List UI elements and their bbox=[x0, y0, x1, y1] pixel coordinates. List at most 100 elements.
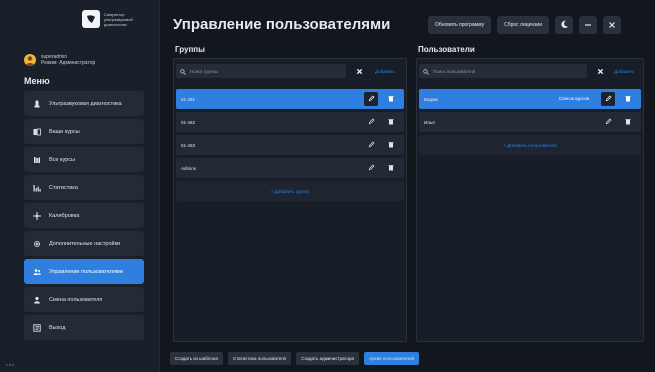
users-search-input[interactable] bbox=[433, 68, 587, 74]
course-list-link[interactable]: Список курсов bbox=[559, 96, 589, 101]
groups-search-input[interactable] bbox=[190, 68, 346, 74]
user-row[interactable]: Вадим Список курсов bbox=[419, 89, 641, 109]
groups-search bbox=[176, 64, 346, 78]
users-icon bbox=[33, 268, 41, 276]
menu-title: Меню bbox=[24, 76, 50, 86]
add-group-row[interactable]: + Добавить группу bbox=[176, 181, 404, 201]
library-icon bbox=[33, 156, 41, 164]
pencil-icon bbox=[605, 118, 612, 126]
app-version: v.0.0 bbox=[6, 362, 15, 367]
users-clear-button[interactable] bbox=[593, 64, 607, 78]
user-row[interactable]: Илья bbox=[419, 112, 641, 132]
edit-group-button[interactable] bbox=[364, 92, 378, 106]
sidebar-item-label: Смена пользователя bbox=[49, 296, 103, 303]
logo-text: Симулятор ультразвуковой диагностики bbox=[104, 11, 133, 27]
sidebar-item-label: Ультразвуковая диагностика bbox=[49, 100, 122, 107]
groups-list: 01-461 01-462 01-463 Admins + Добавить г… bbox=[176, 89, 404, 201]
user-row-name: Илья bbox=[424, 119, 435, 125]
pencil-icon bbox=[368, 95, 375, 103]
sidebar-menu: Ультразвуковая диагностика Ваши курсы Вс… bbox=[24, 91, 144, 343]
chart-icon bbox=[33, 184, 41, 192]
logo-icon bbox=[82, 10, 100, 28]
delete-group-button[interactable] bbox=[384, 115, 398, 129]
edit-user-button[interactable] bbox=[601, 115, 615, 129]
header-actions: Обновить программу Сброс лицензии bbox=[428, 16, 621, 34]
users-add-button[interactable]: Добавить bbox=[614, 69, 634, 74]
edit-user-button[interactable] bbox=[601, 92, 615, 106]
reset-license-button[interactable]: Сброс лицензии bbox=[497, 16, 549, 34]
delete-user-button[interactable] bbox=[621, 92, 635, 106]
add-user-row[interactable]: + Добавить пользователя bbox=[419, 135, 641, 155]
trash-icon bbox=[388, 141, 394, 149]
book-icon bbox=[33, 128, 41, 136]
sidebar-item-my-courses[interactable]: Ваши курсы bbox=[24, 119, 144, 144]
bottom-actions: Создать из шаблона Статистика пользовате… bbox=[170, 352, 419, 365]
edit-group-button[interactable] bbox=[364, 161, 378, 175]
close-icon bbox=[597, 62, 604, 80]
delete-group-button[interactable] bbox=[384, 161, 398, 175]
group-name: Admins bbox=[181, 165, 197, 171]
calibration-icon bbox=[33, 211, 41, 220]
update-program-button[interactable]: Обновить программу bbox=[428, 16, 492, 34]
user-role: Режим: Администратор bbox=[41, 60, 96, 66]
delete-group-button[interactable] bbox=[384, 138, 398, 152]
sidebar-item-label: Выход bbox=[49, 324, 66, 331]
sidebar-item-label: Ваши курсы bbox=[49, 128, 80, 135]
sidebar-item-settings[interactable]: Дополнительные настройки bbox=[24, 231, 144, 256]
close-icon bbox=[356, 62, 363, 80]
current-user: superadmin Режим: Администратор bbox=[24, 54, 95, 66]
page-title: Управление пользователями bbox=[173, 16, 391, 33]
trash-icon bbox=[388, 118, 394, 126]
sidebar-item-label: Управление пользователями bbox=[49, 268, 123, 275]
edit-group-button[interactable] bbox=[364, 138, 378, 152]
group-name: 01-462 bbox=[181, 119, 196, 125]
group-row[interactable]: 01-462 bbox=[176, 112, 404, 132]
sidebar: Симулятор ультразвуковой диагностики sup… bbox=[0, 0, 160, 372]
pencil-icon bbox=[368, 118, 375, 126]
group-row[interactable]: 01-463 bbox=[176, 135, 404, 155]
ultrasound-icon bbox=[33, 100, 41, 108]
groups-add-button[interactable]: Добавить bbox=[375, 69, 395, 74]
users-title: Пользователи bbox=[418, 45, 475, 54]
pencil-icon bbox=[605, 95, 612, 103]
sidebar-item-exit[interactable]: Выход bbox=[24, 315, 144, 340]
exit-icon bbox=[33, 323, 41, 332]
sidebar-item-user-management[interactable]: Управление пользователями bbox=[24, 259, 144, 284]
search-icon bbox=[423, 62, 429, 80]
trash-icon bbox=[625, 95, 631, 103]
groups-title: Группы bbox=[175, 45, 205, 54]
edit-group-button[interactable] bbox=[364, 115, 378, 129]
delete-user-button[interactable] bbox=[621, 115, 635, 129]
sidebar-item-statistics[interactable]: Статистика bbox=[24, 175, 144, 200]
groups-clear-button[interactable] bbox=[352, 64, 366, 78]
sidebar-item-label: Дополнительные настройки bbox=[49, 240, 121, 247]
sidebar-item-all-courses[interactable]: Все курсы bbox=[24, 147, 144, 172]
close-icon bbox=[608, 16, 616, 34]
users-search bbox=[419, 64, 587, 78]
sidebar-item-ultrasound[interactable]: Ультразвуковая диагностика bbox=[24, 91, 144, 116]
sidebar-item-calibration[interactable]: Калибровка bbox=[24, 203, 144, 228]
user-icon bbox=[33, 296, 41, 304]
group-row[interactable]: 01-461 bbox=[176, 89, 404, 109]
search-icon bbox=[180, 62, 186, 80]
trash-icon bbox=[388, 95, 394, 103]
create-from-template-button[interactable]: Создать из шаблона bbox=[170, 352, 223, 365]
sidebar-item-switch-user[interactable]: Смена пользователя bbox=[24, 287, 144, 312]
trash-icon bbox=[625, 118, 631, 126]
sidebar-item-label: Все курсы bbox=[49, 156, 75, 163]
moon-icon bbox=[560, 16, 569, 34]
delete-group-button[interactable] bbox=[384, 92, 398, 106]
user-statistics-button[interactable]: Статистика пользователя bbox=[227, 352, 292, 365]
theme-toggle-button[interactable] bbox=[555, 16, 573, 34]
minimize-icon bbox=[584, 16, 592, 34]
sidebar-item-label: Статистика bbox=[49, 184, 78, 191]
pencil-icon bbox=[368, 164, 375, 172]
close-button[interactable] bbox=[603, 16, 621, 34]
user-archive-button[interactable]: Архив пользователей bbox=[364, 352, 419, 365]
users-list: Вадим Список курсов Илья + Добавить поль… bbox=[419, 89, 641, 155]
avatar bbox=[24, 54, 36, 66]
group-row[interactable]: Admins bbox=[176, 158, 404, 178]
group-name: 01-463 bbox=[181, 142, 196, 148]
minimize-button[interactable] bbox=[579, 16, 597, 34]
create-admin-button[interactable]: Создать администратора bbox=[296, 352, 360, 365]
